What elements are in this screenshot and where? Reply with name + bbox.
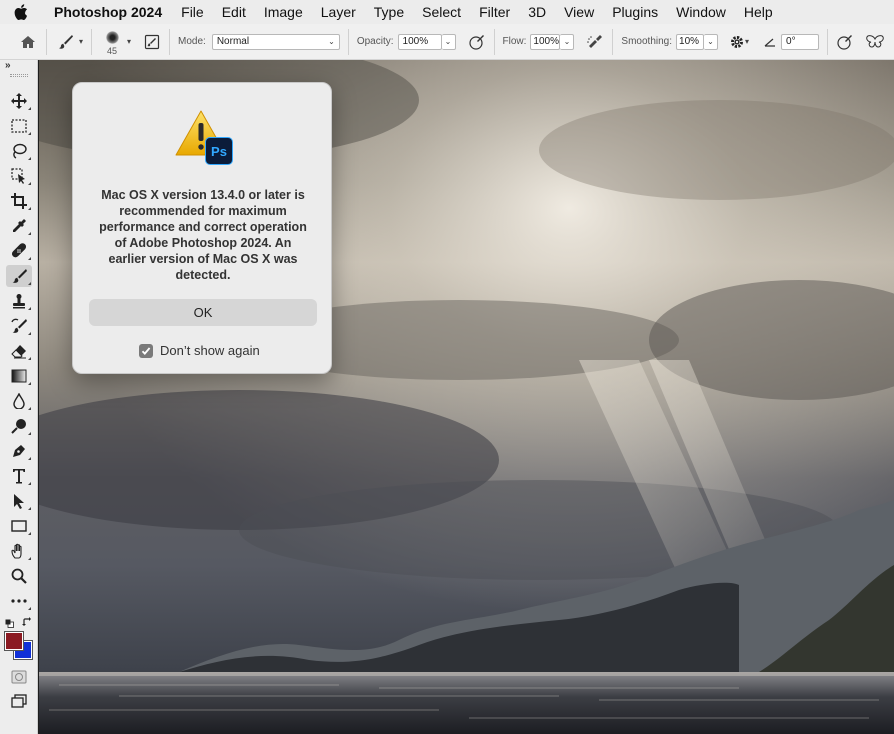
tools-panel: » [0,60,38,734]
divider [91,28,93,55]
flow-dropdown[interactable]: ⌄ [560,33,575,50]
mode-label: Mode: [178,36,206,47]
brush-size-picker[interactable]: 45 [100,31,124,56]
eyedropper-tool[interactable] [6,215,32,237]
swap-colors-icon[interactable] [22,614,32,626]
clone-stamp-tool[interactable] [6,290,32,312]
chevron-down-icon: ⌄ [563,37,571,46]
airbrush-icon[interactable] [586,34,604,50]
object-selection-tool[interactable] [6,165,32,187]
rectangle-tool[interactable] [6,515,32,537]
flow-field[interactable]: 100% [530,33,561,50]
symmetry-butterfly-icon[interactable] [866,34,884,49]
app-menu[interactable]: Photoshop 2024 [54,4,162,20]
brush-tip-icon [105,31,119,44]
brush-preset-icon[interactable] [55,34,77,50]
mode-value: Normal [216,36,250,47]
ok-button[interactable]: OK [89,299,317,326]
crop-tool[interactable] [6,190,32,212]
opacity-dropdown[interactable]: ⌄ [441,33,456,50]
pressure-size-icon[interactable] [836,34,854,50]
smoothing-value: 10% [679,36,700,47]
checkbox-label: Don’t show again [160,343,260,358]
ps-badge-text: Ps [211,143,227,159]
expand-panel-icon[interactable]: » [5,60,11,71]
hand-tool[interactable] [6,540,32,562]
menu-bar: Photoshop 2024 File Edit Image Layer Typ… [0,0,894,24]
pressure-opacity-icon[interactable] [468,34,486,50]
dont-show-again-checkbox[interactable]: Don’t show again [139,343,260,358]
edit-toolbar-icon[interactable] [6,590,32,612]
apple-menu-icon[interactable] [14,4,42,20]
dodge-tool[interactable] [6,415,32,437]
divider [46,28,47,55]
blur-tool[interactable] [6,390,32,412]
panel-grip[interactable] [10,74,28,77]
opacity-value: 100% [402,36,429,47]
photoshop-app-icon: Ps [205,137,233,165]
brush-tool[interactable] [6,265,32,287]
type-tool[interactable] [6,465,32,487]
gradient-tool[interactable] [6,365,32,387]
lasso-tool[interactable] [6,140,32,162]
mode-dropdown[interactable]: Normal ⌄ [211,33,340,50]
menu-select[interactable]: Select [422,4,461,20]
smoothing-label: Smoothing: [621,36,673,47]
smoothing-field[interactable]: 10% [676,33,705,50]
menu-type[interactable]: Type [374,4,404,20]
opacity-label: Opacity: [356,36,394,47]
foreground-color-swatch[interactable] [4,631,24,651]
chevron-down-icon[interactable]: ▾ [745,37,749,46]
smoothing-dropdown[interactable]: ⌄ [704,33,719,50]
menu-image[interactable]: Image [264,4,303,20]
brush-size-value: 45 [107,46,118,56]
default-colors-icon[interactable] [5,615,14,628]
flow-value: 100% [533,36,559,47]
angle-icon [763,37,777,47]
menu-file[interactable]: File [181,4,204,20]
menu-plugins[interactable]: Plugins [612,4,658,20]
menu-edit[interactable]: Edit [222,4,246,20]
path-selection-tool[interactable] [6,490,32,512]
chevron-down-icon: ⌄ [328,37,335,46]
menu-layer[interactable]: Layer [321,4,356,20]
opacity-field[interactable]: 100% [397,33,442,50]
divider [827,28,829,55]
angle-field[interactable]: 0° [781,33,820,50]
chevron-down-icon: ⌄ [707,37,714,46]
healing-brush-tool[interactable] [6,240,32,262]
chevron-down-icon[interactable]: ▾ [127,37,131,46]
menu-window[interactable]: Window [676,4,726,20]
divider [169,28,171,55]
angle-value: 0° [786,36,796,47]
screen-mode-icon[interactable] [11,694,27,713]
dialog-message: Mac OS X version 13.4.0 or later is reco… [99,188,307,282]
zoom-tool[interactable] [6,565,32,587]
eraser-tool[interactable] [6,340,32,362]
chevron-down-icon: ⌄ [444,37,452,46]
menu-view[interactable]: View [564,4,594,20]
pen-tool[interactable] [6,440,32,462]
divider [493,28,495,55]
menu-3d[interactable]: 3D [528,4,546,20]
gear-icon[interactable] [730,35,744,49]
flow-label: Flow: [502,36,527,47]
warning-icon: Ps [174,109,234,165]
quick-mask-icon[interactable] [11,670,27,689]
divider [347,28,349,55]
home-icon[interactable] [18,35,38,49]
menu-help[interactable]: Help [744,4,773,20]
rectangular-marquee-tool[interactable] [6,115,32,137]
move-tool[interactable] [6,90,32,112]
divider [612,28,614,55]
brush-settings-panel-icon[interactable] [143,34,161,50]
history-brush-tool[interactable] [6,315,32,337]
options-bar: ▾ 45 ▾ Mode: Normal ⌄ Opacity: 100% ⌄ Fl… [0,24,894,60]
menu-filter[interactable]: Filter [479,4,510,20]
compatibility-warning-dialog: Ps Mac OS X version 13.4.0 or later is r… [72,82,332,374]
chevron-down-icon[interactable]: ▾ [79,37,83,46]
checkbox-checked-icon[interactable] [139,343,153,358]
